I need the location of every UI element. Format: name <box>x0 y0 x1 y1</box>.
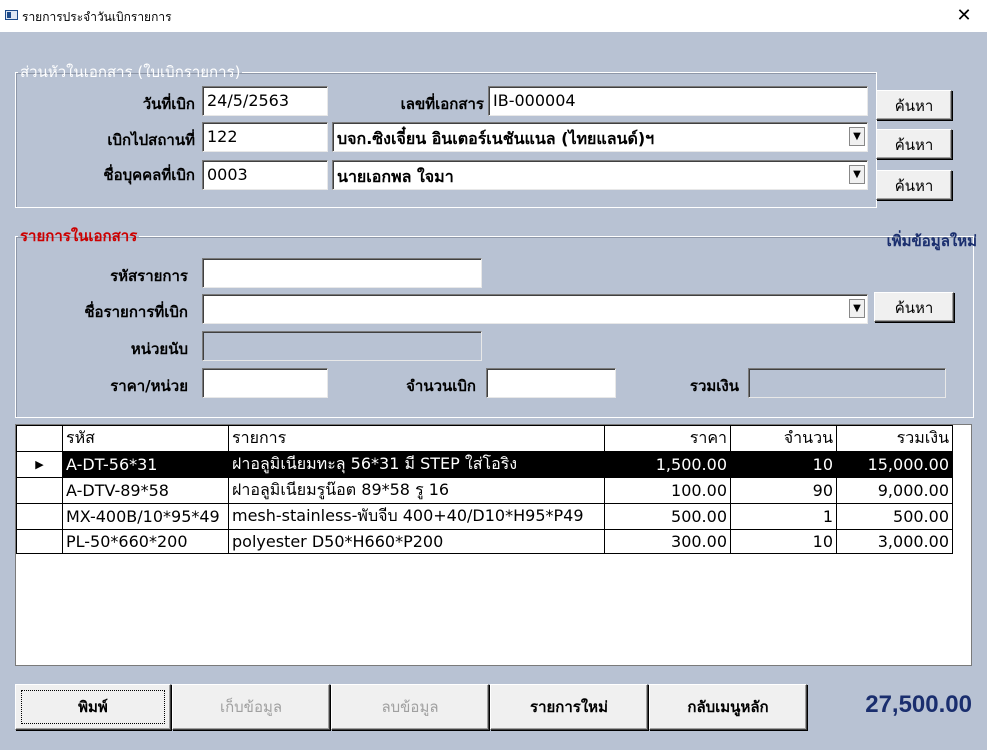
item-dropdown-arrow-icon[interactable]: ▼ <box>849 299 865 318</box>
row-qty[interactable]: 10 <box>730 529 837 554</box>
row-price[interactable]: 300.00 <box>604 529 731 554</box>
sum-label: รวมเงิน <box>689 377 739 395</box>
price-label: ราคา/หน่วย <box>110 377 188 395</box>
grid-header-row: รหัส รายการ ราคา จำนวน รวมเงิน <box>16 425 953 452</box>
item-code-label: รหัสรายการ <box>110 267 188 285</box>
location-dropdown-arrow-icon[interactable]: ▼ <box>849 127 865 146</box>
item-name-combo[interactable]: ▼ <box>202 294 868 324</box>
unit-field <box>202 331 482 361</box>
row-code[interactable]: MX-400B/10*95*49 <box>62 503 229 530</box>
person-label: ชื่อบุคคลที่เบิก <box>103 166 195 184</box>
header-group-legend: ส่วนหัวในเอกสาร (ใบเบิกรายการ) <box>20 63 241 81</box>
search-docno-button[interactable]: ค้นหา <box>876 90 952 120</box>
row-name[interactable]: mesh-stainless-พับจีบ 400+40/D10*H95*P49 <box>228 503 605 530</box>
row-name[interactable]: polyester D50*H660*P200 <box>228 529 605 554</box>
date-label: วันที่เบิก <box>142 95 195 113</box>
row-price[interactable]: 1,500.00 <box>604 451 731 478</box>
items-grid[interactable]: รหัส รายการ ราคา จำนวน รวมเงิน ▶ A-DT-56… <box>15 424 972 666</box>
focus-rectangle <box>21 690 165 724</box>
app-icon <box>5 10 18 20</box>
grid-header-qty[interactable]: จำนวน <box>730 425 837 452</box>
person-dropdown-arrow-icon[interactable]: ▼ <box>849 165 865 184</box>
row-price[interactable]: 100.00 <box>604 477 731 504</box>
items-group-legend: รายการในเอกสาร <box>20 227 138 245</box>
row-code[interactable]: A-DTV-89*58 <box>62 477 229 504</box>
person-code-field[interactable]: 0003 <box>202 160 328 190</box>
row-code[interactable]: PL-50*660*200 <box>62 529 229 554</box>
table-row[interactable]: PL-50*660*200 polyester D50*H660*P200 30… <box>16 529 953 554</box>
item-code-field[interactable] <box>202 258 482 288</box>
person-name-value: นายเอกพล ใจมา <box>337 167 454 186</box>
add-new-link[interactable]: เพิ่มข้อมูลใหม่ <box>887 229 977 253</box>
print-button[interactable]: พิมพ์ <box>15 684 171 730</box>
row-qty[interactable]: 10 <box>730 451 837 478</box>
docno-field[interactable]: IB-000004 <box>488 86 868 116</box>
title-bar: รายการประจำวันเบิกรายการ ✕ <box>0 0 987 32</box>
window-title: รายการประจำวันเบิกรายการ <box>22 10 172 24</box>
row-qty[interactable]: 90 <box>730 477 837 504</box>
qty-field[interactable] <box>486 368 616 398</box>
location-label: เบิกไปสถานที่ <box>107 131 195 149</box>
new-items-button[interactable]: รายการใหม่ <box>490 684 648 730</box>
date-field[interactable]: 24/5/2563 <box>202 86 328 116</box>
table-row[interactable]: ▶ A-DT-56*31 ฝาอลูมิเนียมทะลุ 56*31 มี S… <box>16 451 953 478</box>
row-indicator-cell <box>16 529 63 554</box>
row-total[interactable]: 3,000.00 <box>836 529 953 554</box>
grid-header-indicator <box>16 425 63 452</box>
table-row[interactable]: MX-400B/10*95*49 mesh-stainless-พับจีบ 4… <box>16 503 953 530</box>
close-button[interactable]: ✕ <box>941 0 987 32</box>
unit-label: หน่วยนับ <box>130 340 188 358</box>
location-name-combo[interactable]: บจก.ซิงเจี๋ยน อินเตอร์เนชันแนล (ไทยแลนด์… <box>332 122 868 152</box>
row-indicator-cell <box>16 503 63 530</box>
location-code-field[interactable]: 122 <box>202 122 328 152</box>
search-person-button[interactable]: ค้นหา <box>876 170 952 200</box>
row-total[interactable]: 500.00 <box>836 503 953 530</box>
row-name[interactable]: ฝาอลูมิเนียมรูน๊อต 89*58 รู 16 <box>228 477 605 504</box>
person-name-combo[interactable]: นายเอกพล ใจมา ▼ <box>332 160 868 190</box>
row-name[interactable]: ฝาอลูมิเนียมทะลุ 56*31 มี STEP ใส่โอริง <box>228 451 605 478</box>
grid-header-code[interactable]: รหัส <box>62 425 229 452</box>
row-qty[interactable]: 1 <box>730 503 837 530</box>
search-location-button[interactable]: ค้นหา <box>876 129 952 159</box>
qty-label: จำนวนเบิก <box>406 377 476 395</box>
items-table: รหัส รายการ ราคา จำนวน รวมเงิน ▶ A-DT-56… <box>16 425 953 554</box>
row-price[interactable]: 500.00 <box>604 503 731 530</box>
row-indicator-icon: ▶ <box>16 451 63 478</box>
docno-label: เลขที่เอกสาร <box>400 95 484 113</box>
grid-header-price[interactable]: ราคา <box>604 425 731 452</box>
grid-header-name[interactable]: รายการ <box>228 425 605 452</box>
sum-field <box>748 368 946 398</box>
row-indicator-cell <box>16 477 63 504</box>
row-code[interactable]: A-DT-56*31 <box>62 451 229 478</box>
back-to-main-menu-button[interactable]: กลับเมนูหลัก <box>649 684 807 730</box>
location-name-value: บจก.ซิงเจี๋ยน อินเตอร์เนชันแนล (ไทยแลนด์… <box>337 129 655 148</box>
grand-total: 27,500.00 <box>865 691 972 718</box>
grid-header-total[interactable]: รวมเงิน <box>836 425 953 452</box>
price-field[interactable] <box>202 368 328 398</box>
form-client-area: ส่วนหัวในเอกสาร (ใบเบิกรายการ) วันที่เบิ… <box>0 32 987 750</box>
delete-button[interactable]: ลบข้อมูล <box>331 684 489 730</box>
search-item-button[interactable]: ค้นหา <box>874 292 954 322</box>
table-row[interactable]: A-DTV-89*58 ฝาอลูมิเนียมรูน๊อต 89*58 รู … <box>16 477 953 504</box>
row-total[interactable]: 9,000.00 <box>836 477 953 504</box>
item-name-label: ชื่อรายการที่เบิก <box>84 303 188 321</box>
save-button[interactable]: เก็บข้อมูล <box>172 684 330 730</box>
row-total[interactable]: 15,000.00 <box>836 451 953 478</box>
